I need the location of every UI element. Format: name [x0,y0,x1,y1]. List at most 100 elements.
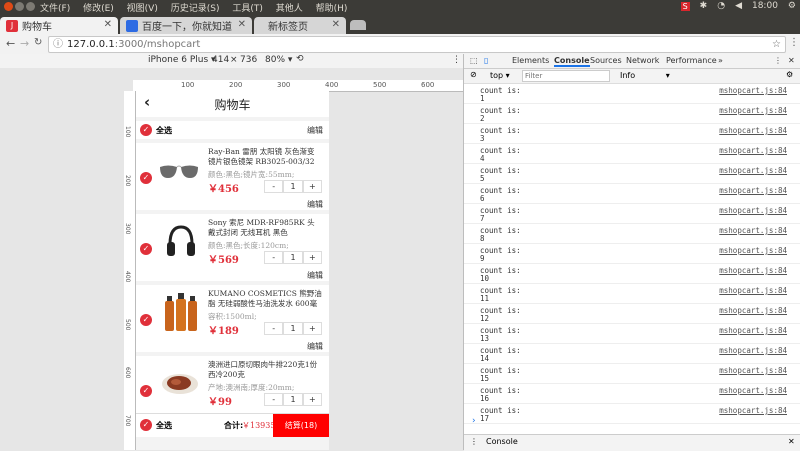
tab-shopcart[interactable]: J 购物车 ✕ [0,17,118,34]
checkout-button[interactable]: 结算(18) [273,414,329,437]
tab-network[interactable]: Network [626,56,659,65]
item-check-icon[interactable]: ✓ [140,314,152,326]
volume-icon[interactable]: ◀ [735,1,742,11]
tab-new[interactable]: 新标签页 ✕ [254,17,346,34]
close-icon[interactable]: ✕ [332,19,340,30]
menu-view[interactable]: 视图(V) [127,4,158,14]
menu-history[interactable]: 历史记录(S) [171,4,220,14]
quantity-input[interactable]: 1 [283,393,303,406]
rotate-icon[interactable]: ⟲ [296,54,304,64]
device-height-input[interactable]: 736 [240,55,257,65]
quantity-input[interactable]: 1 [283,251,303,264]
drawer-tab-console[interactable]: Console [486,437,518,446]
new-tab-button[interactable] [350,20,366,30]
increase-button[interactable]: + [302,251,322,264]
tab-console[interactable]: Console [554,56,590,67]
log-source-link[interactable]: mshopcart.js:84 [719,386,787,395]
reload-icon[interactable]: ↻ [34,37,42,48]
url-input[interactable]: ⓘ 127.0.0.1:3000/mshopcart ☆ [48,36,786,53]
log-source-link[interactable]: mshopcart.js:84 [719,206,787,215]
forward-arrow-icon[interactable]: → [20,37,29,50]
close-icon[interactable]: ✕ [238,19,246,30]
log-source-link[interactable]: mshopcart.js:84 [719,226,787,235]
decrease-button[interactable]: - [264,180,284,193]
menu-file[interactable]: 文件(F) [40,4,70,14]
menu-help[interactable]: 帮助(H) [316,4,348,14]
increase-button[interactable]: + [302,180,322,193]
decrease-button[interactable]: - [264,393,284,406]
footer-select-all-label[interactable]: 全选 [156,420,172,431]
log-source-link[interactable]: mshopcart.js:84 [719,146,787,155]
log-source-link[interactable]: mshopcart.js:84 [719,346,787,355]
input-method-icon[interactable]: S [680,1,690,11]
item-title[interactable]: Sony 索尼 MDR-RF985RK 头戴式封闭 无线耳机 黑色 [208,218,322,238]
menu-edit[interactable]: 修改(E) [83,4,114,14]
devtools-close-icon[interactable]: ✕ [788,56,795,65]
quantity-input[interactable]: 1 [283,180,303,193]
drawer-close-icon[interactable]: ✕ [788,437,795,446]
quantity-input[interactable]: 1 [283,322,303,335]
context-select[interactable]: top ▾ [490,71,510,80]
log-source-link[interactable]: mshopcart.js:84 [719,106,787,115]
inspect-element-icon[interactable]: ⬚ [470,56,478,65]
back-arrow-icon[interactable]: ← [6,37,15,50]
log-source-link[interactable]: mshopcart.js:84 [719,266,787,275]
edit-all-button[interactable]: 编辑 [307,125,323,136]
log-source-link[interactable]: mshopcart.js:84 [719,326,787,335]
edit-item-button[interactable]: 编辑 [307,270,323,281]
log-source-link[interactable]: mshopcart.js:84 [719,246,787,255]
window-close-button[interactable] [4,2,13,11]
device-toggle-icon[interactable]: ▯ [484,56,488,65]
menu-people[interactable]: 其他人 [276,4,303,14]
decrease-button[interactable]: - [264,322,284,335]
window-maximize-button[interactable] [26,2,35,11]
footer-select-all-check-icon[interactable]: ✓ [140,419,152,431]
more-tabs-icon[interactable]: » [718,56,723,65]
device-more-icon[interactable]: ⋮ [452,55,461,65]
log-level-select[interactable]: Info ▾ [620,71,670,80]
select-all-check-icon[interactable]: ✓ [140,124,152,136]
log-source-link[interactable]: mshopcart.js:84 [719,166,787,175]
devtools-menu-icon[interactable]: ⋮ [774,56,782,65]
clock[interactable]: 18:00 [752,1,778,11]
log-source-link[interactable]: mshopcart.js:84 [719,126,787,135]
edit-item-button[interactable]: 编辑 [307,341,323,352]
menu-tools[interactable]: 工具(T) [232,4,263,14]
item-title[interactable]: 澳洲进口原切眼肉牛排220克1份西冷200克 [208,360,322,380]
wifi-icon[interactable]: ◔ [717,1,725,11]
item-title[interactable]: Ray-Ban 雷朋 太阳镜 灰色渐变镜片银色镜架 RB3025-003/32 [208,147,322,167]
console-prompt[interactable]: › [472,416,476,426]
log-source-link[interactable]: mshopcart.js:84 [719,406,787,415]
select-all-label[interactable]: 全选 [156,125,172,136]
log-source-link[interactable]: mshopcart.js:84 [719,286,787,295]
decrease-button[interactable]: - [264,251,284,264]
item-check-icon[interactable]: ✓ [140,385,152,397]
close-icon[interactable]: ✕ [104,19,112,30]
power-gear-icon[interactable]: ⚙ [788,1,796,11]
clear-console-icon[interactable]: ⊘ [470,70,477,79]
console-filter-input[interactable] [522,70,610,82]
bluetooth-icon[interactable]: ✱ [700,1,708,11]
increase-button[interactable]: + [302,322,322,335]
tab-sources[interactable]: Sources [590,56,622,65]
window-minimize-button[interactable] [15,2,24,11]
edit-item-button[interactable]: 编辑 [307,199,323,210]
tab-baidu[interactable]: 百度一下，你就知道 ✕ [120,17,252,34]
log-source-link[interactable]: mshopcart.js:84 [719,86,787,95]
zoom-select[interactable]: 80% ▾ [265,55,292,65]
console-settings-icon[interactable]: ⚙ [786,70,793,79]
log-source-link[interactable]: mshopcart.js:84 [719,306,787,315]
increase-button[interactable]: + [302,393,322,406]
item-check-icon[interactable]: ✓ [140,243,152,255]
log-source-link[interactable]: mshopcart.js:84 [719,366,787,375]
tab-elements[interactable]: Elements [512,56,549,65]
tab-performance[interactable]: Performance [666,56,717,65]
device-width-input[interactable]: 414 [212,55,229,65]
item-check-icon[interactable]: ✓ [140,172,152,184]
device-select[interactable]: iPhone 6 Plus ▾ [148,55,216,65]
info-icon[interactable]: ⓘ [53,39,63,50]
more-menu-icon[interactable]: ⋮ [789,37,799,48]
bookmark-star-icon[interactable]: ☆ [772,37,781,52]
item-title[interactable]: KUMANO COSMETICS 熊野油脂 无硅弱酸性马油洗发水 600毫 [208,289,322,309]
log-source-link[interactable]: mshopcart.js:84 [719,186,787,195]
